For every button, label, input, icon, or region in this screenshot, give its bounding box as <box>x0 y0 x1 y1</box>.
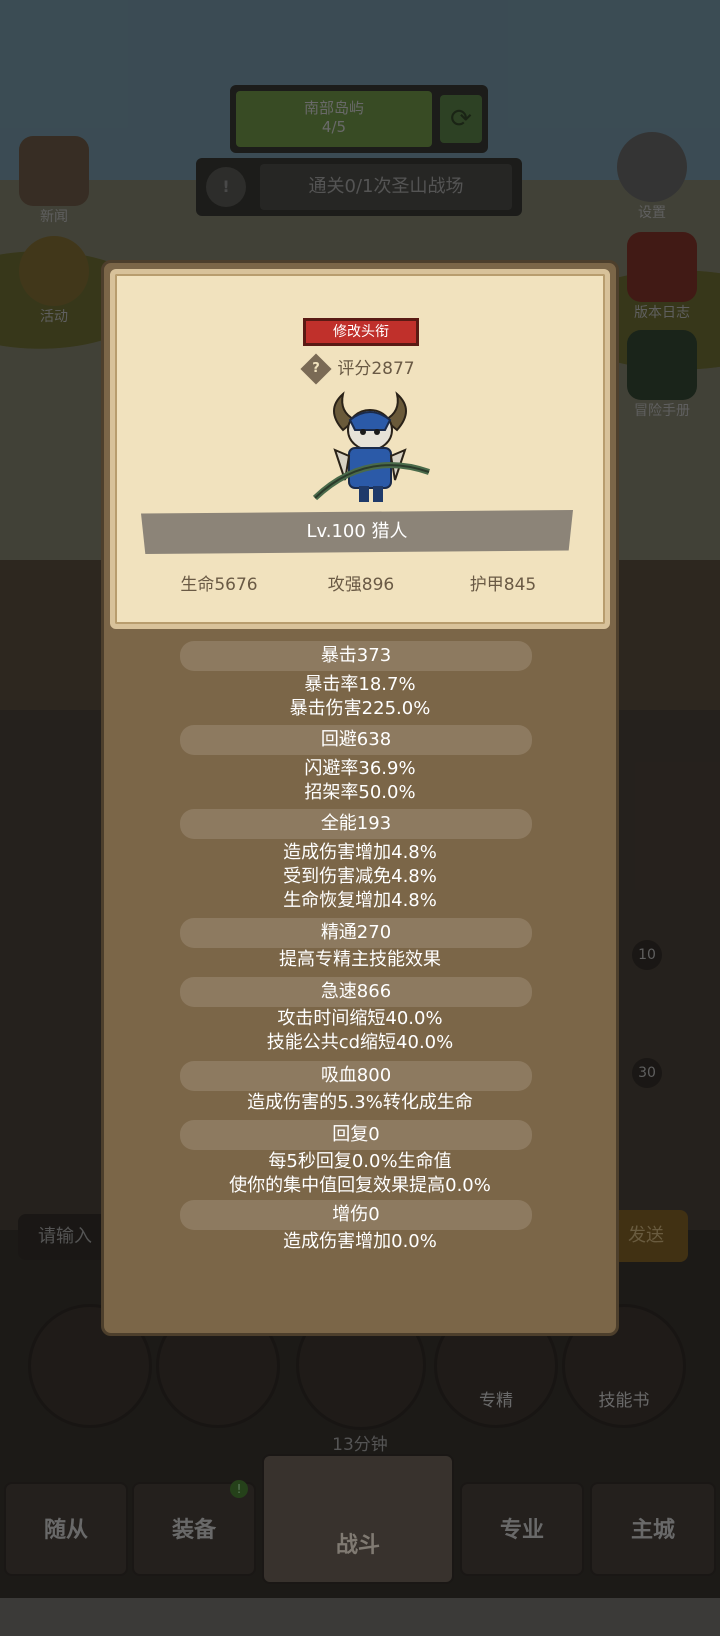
avoidance-header: 回避638 <box>180 725 532 755</box>
hp-stat: 生命5676 <box>180 575 258 595</box>
mastery-header: 精通270 <box>180 918 532 948</box>
edit-title-button[interactable]: 修改头衔 <box>303 318 419 346</box>
lifesteal-effect: 造成伤害的5.3%转化成生命 <box>247 1092 473 1113</box>
armor-stat: 护甲845 <box>469 575 537 595</box>
attack-time-reduction: 攻击时间缩短40.0% <box>277 1008 443 1029</box>
damage-increase: 造成伤害增加4.8% <box>283 842 437 863</box>
focus-regen: 使你的集中值回复效果提高0.0% <box>229 1175 491 1196</box>
damage-reduction: 受到伤害减免4.8% <box>283 866 437 887</box>
crit-rate: 暴击率18.7% <box>304 674 416 695</box>
cooldown-reduction: 技能公共cd缩短40.0% <box>266 1032 454 1053</box>
dodge-rate: 闪避率36.9% <box>304 758 416 779</box>
haste-header: 急速866 <box>180 977 532 1007</box>
character-stats-modal: 修改头衔 ? 评分2877 Lv.100 猎人 生命5676 攻强896 护甲84… <box>101 260 619 1336</box>
attack-stat: 攻强896 <box>327 575 395 595</box>
level-class-banner: Lv.100 猎人 <box>141 510 573 554</box>
hunter-portrait <box>312 391 430 502</box>
character-card: 修改头衔 ? 评分2877 Lv.100 猎人 生命5676 攻强896 护甲84… <box>110 269 610 629</box>
regen-per-5s: 每5秒回复0.0%生命值 <box>268 1151 452 1172</box>
lifesteal-header: 吸血800 <box>180 1061 532 1091</box>
crit-header: 暴击373 <box>180 641 532 671</box>
regen-header: 回复0 <box>180 1120 532 1150</box>
healing-increase: 生命恢复增加4.8% <box>283 890 437 911</box>
help-icon[interactable]: ? <box>300 353 332 385</box>
score-value: 评分2877 <box>337 359 415 379</box>
versatility-header: 全能193 <box>180 809 532 839</box>
mastery-effect: 提高专精主技能效果 <box>279 949 441 970</box>
crit-damage: 暴击伤害225.0% <box>289 698 431 719</box>
damage-bonus-effect: 造成伤害增加0.0% <box>283 1231 437 1252</box>
parry-rate: 招架率50.0% <box>304 782 416 803</box>
damage-bonus-header: 增伤0 <box>180 1200 532 1230</box>
base-stats-row: 生命5676 攻强896 护甲845 <box>115 570 605 600</box>
score-row: ? 评分2877 <box>115 353 605 385</box>
